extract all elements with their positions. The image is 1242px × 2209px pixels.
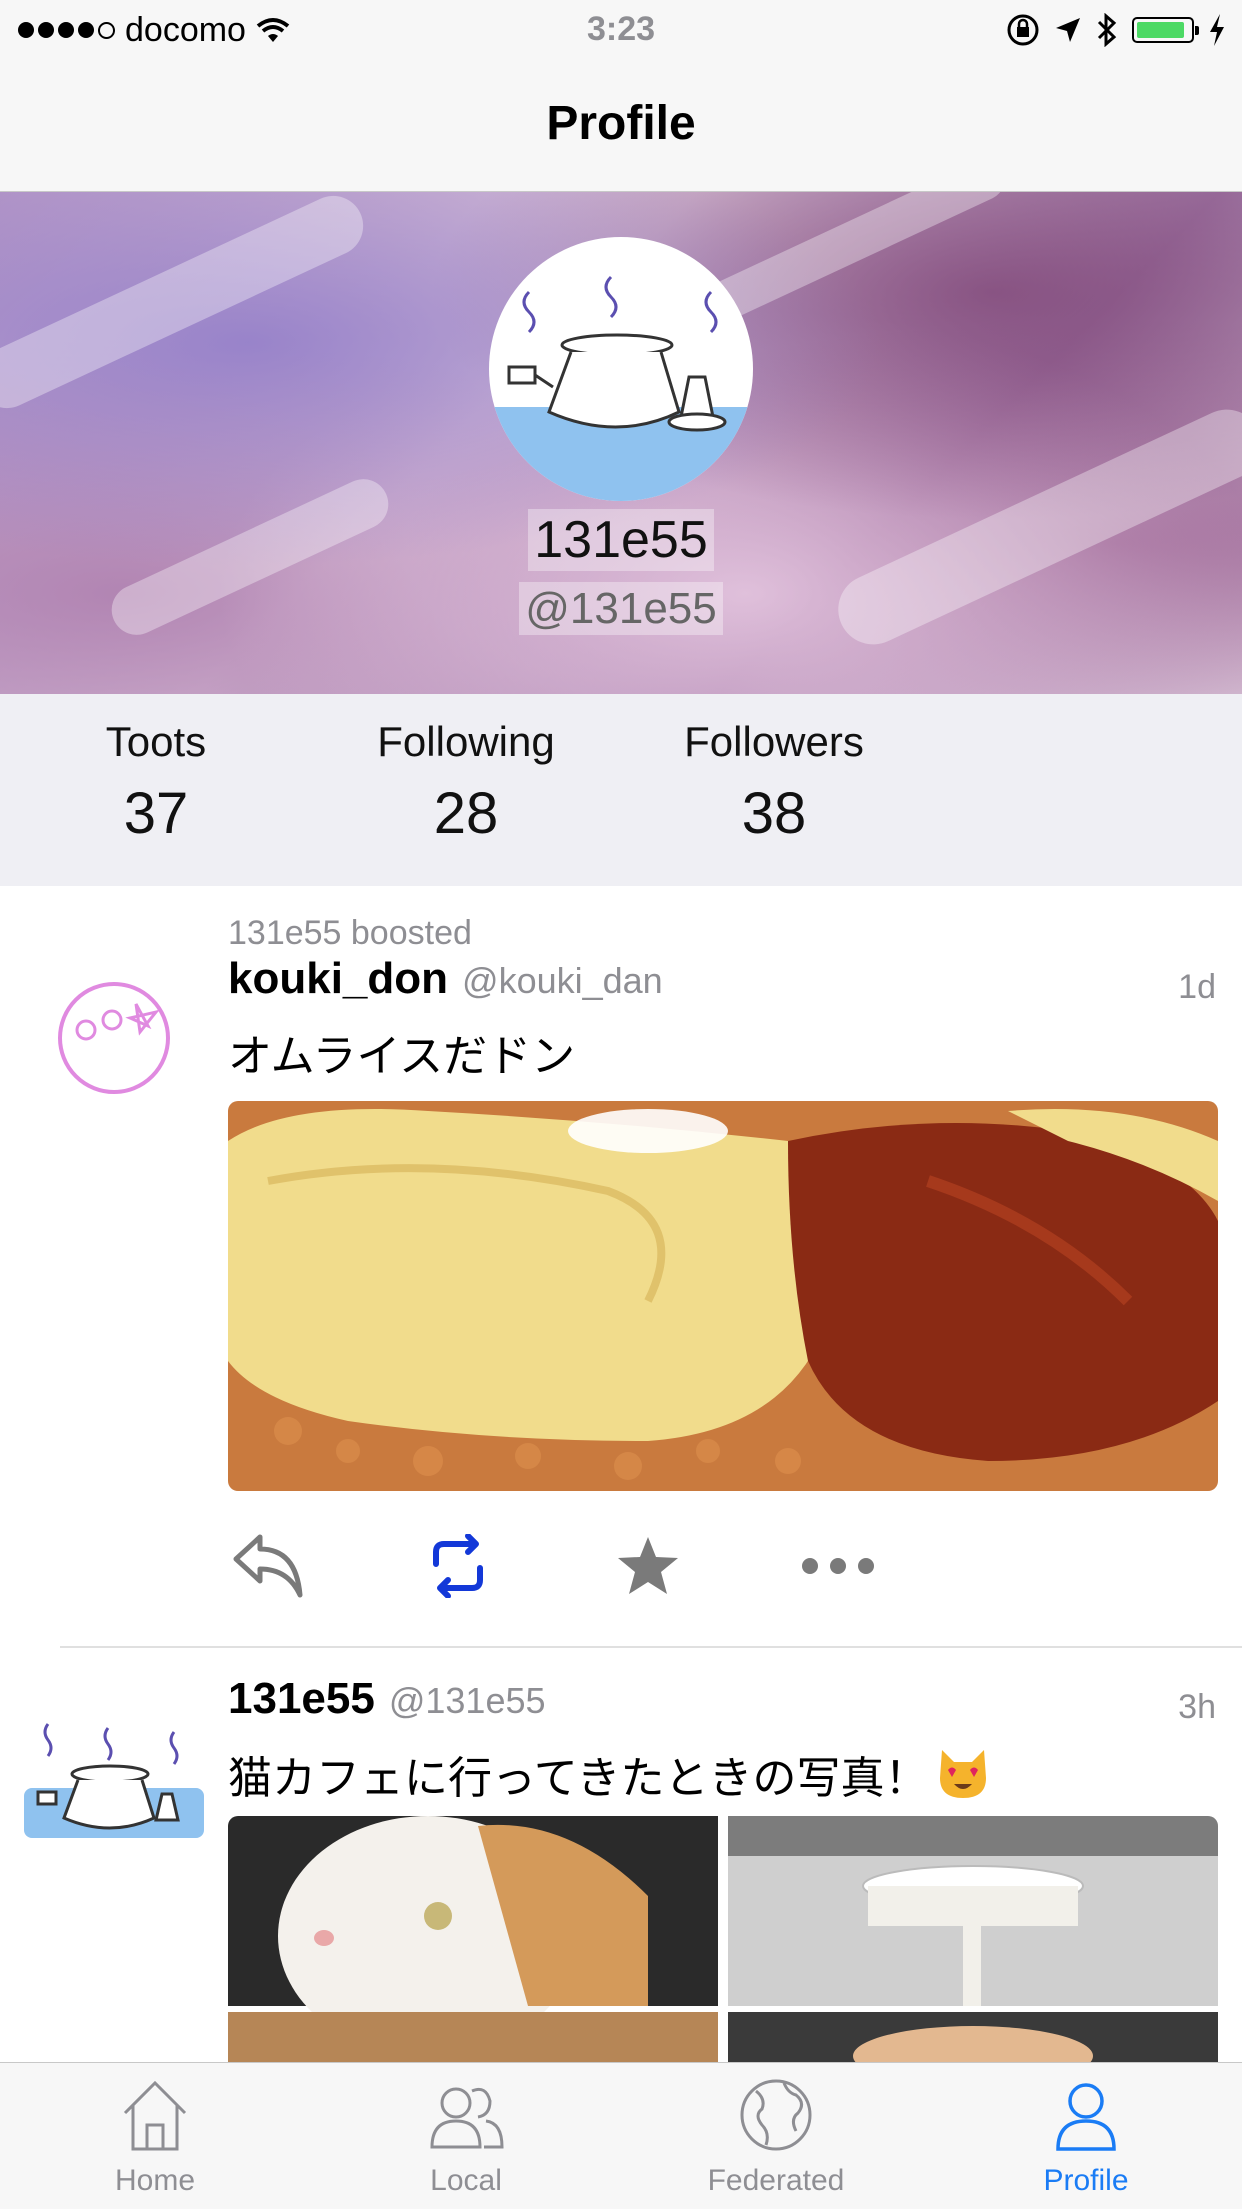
post-time: 1d — [1178, 968, 1216, 1006]
profile-handle: @131e55 — [0, 582, 1242, 635]
profile-display-name: 131e55 — [0, 509, 1242, 571]
more-icon — [802, 1558, 874, 1574]
author-handle: @131e55 — [388, 1680, 546, 1721]
reply-button[interactable] — [228, 1526, 308, 1606]
post-time: 3h — [1178, 1688, 1216, 1726]
person-icon — [1056, 2083, 1116, 2151]
post-content-row: 猫カフェに行ってきたときの写真！ — [228, 1742, 990, 1806]
tab-local[interactable]: Local — [366, 2075, 566, 2198]
avatar[interactable] — [52, 968, 186, 1102]
boost-button[interactable] — [418, 1526, 498, 1606]
status-item[interactable]: 131e55 @131e55 3h 猫カフェに行ってきたときの写真！ — [0, 1648, 1242, 2062]
navigation-bar: Profile — [0, 60, 1242, 192]
tab-federated[interactable]: Federated — [676, 2075, 876, 2198]
post-content: オムライスだドン — [228, 1032, 576, 1081]
reply-icon — [233, 1534, 303, 1598]
bluetooth-icon — [1097, 13, 1117, 47]
author-handle: @kouki_dan — [462, 960, 663, 1001]
profile-stats: Toots 37 Following 28 Followers 38 — [0, 694, 1242, 886]
stat-toots[interactable]: Toots 37 — [96, 718, 216, 847]
status-item[interactable]: 131e55 boosted kouki_don @kouki_dan 1d オム… — [0, 886, 1242, 1646]
page-title: Profile — [546, 97, 696, 150]
boosted-by-label: 131e55 boosted — [228, 914, 472, 952]
boost-icon — [433, 1534, 483, 1598]
orientation-lock-icon — [1007, 14, 1039, 46]
author-name[interactable]: 131e55 @131e55 — [228, 1674, 546, 1724]
profile-header-banner: 131e55 @131e55 — [0, 192, 1242, 694]
people-icon — [430, 2087, 504, 2149]
location-arrow-icon — [1056, 18, 1080, 42]
tab-bar: Home Local Federated Profile — [0, 2062, 1242, 2209]
status-icons — [1006, 10, 1226, 50]
battery-icon — [1132, 17, 1199, 43]
status-bar: docomo 3:23 — [0, 0, 1242, 60]
post-content: 猫カフェに行ってきたときの写真！ — [228, 1754, 929, 1803]
tab-profile[interactable]: Profile — [986, 2075, 1186, 2198]
timeline[interactable]: 131e55 boosted kouki_don @kouki_dan 1d オム… — [0, 886, 1242, 2062]
post-actions — [228, 1526, 928, 1606]
profile-avatar[interactable] — [489, 237, 753, 501]
charging-bolt-icon — [1210, 14, 1224, 46]
more-button[interactable] — [798, 1526, 878, 1606]
stat-following[interactable]: Following 28 — [366, 718, 566, 847]
author-name[interactable]: kouki_don @kouki_dan — [228, 954, 663, 1004]
heart-eyes-cat-emoji-icon — [940, 1750, 987, 1798]
media-attachment[interactable] — [228, 1101, 1218, 1491]
avatar[interactable] — [24, 1688, 204, 1838]
media-attachment[interactable] — [228, 1816, 1218, 2062]
star-icon — [618, 1537, 678, 1594]
favourite-button[interactable] — [608, 1526, 688, 1606]
stat-followers[interactable]: Followers 38 — [674, 718, 874, 847]
tab-home[interactable]: Home — [55, 2075, 255, 2198]
house-icon — [123, 2080, 187, 2151]
battery-fill — [1137, 22, 1184, 38]
globe-icon — [740, 2079, 812, 2151]
